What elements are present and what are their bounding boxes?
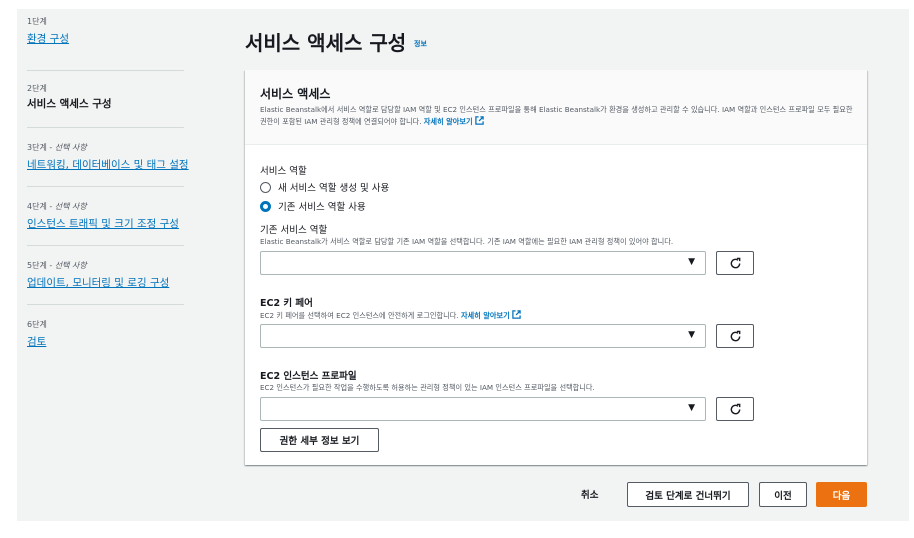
caret-down-icon: ▼ bbox=[688, 257, 695, 267]
radio-button[interactable] bbox=[260, 181, 271, 193]
step-number: 4단계 - 선택 사항 bbox=[27, 202, 87, 211]
learn-more-link[interactable]: 자세히 알아보기 bbox=[424, 116, 484, 126]
radio-existing-service-role[interactable]: 기존 서비스 역할 사용 bbox=[260, 199, 366, 213]
cancel-button[interactable]: 취소 bbox=[581, 487, 598, 501]
panel-description: Elastic Beanstalk에서 서비스 역할로 담당할 IAM 역할 및… bbox=[260, 105, 853, 126]
page-title: 서비스 액세스 구성 bbox=[245, 31, 407, 55]
key-pair-select[interactable]: ▼ bbox=[260, 324, 706, 348]
radio-new-service-role[interactable]: 새 서비스 역할 생성 및 사용 bbox=[260, 180, 389, 194]
refresh-icon bbox=[730, 330, 740, 341]
step-6: 6단계 검토 bbox=[27, 319, 184, 350]
step-number: 2단계 bbox=[27, 84, 47, 93]
step-divider bbox=[27, 245, 184, 246]
step-link-review[interactable]: 검토 bbox=[27, 335, 46, 350]
existing-role-description: Elastic Beanstalk가 서비스 역할로 담당할 기존 IAM 역할… bbox=[260, 237, 674, 246]
external-link-icon bbox=[512, 310, 521, 319]
caret-down-icon: ▼ bbox=[688, 330, 695, 340]
key-pair-label: EC2 키 페어 bbox=[260, 298, 313, 309]
panel-header: 서비스 액세스 Elastic Beanstalk에서 서비스 역할로 담당할 … bbox=[245, 70, 867, 145]
step-link-environment[interactable]: 환경 구성 bbox=[27, 32, 69, 47]
step-1: 1단계 환경 구성 bbox=[27, 16, 184, 47]
step-divider bbox=[27, 304, 184, 305]
instance-profile-label: EC2 인스턴스 프로파일 bbox=[260, 371, 357, 382]
caret-down-icon: ▼ bbox=[688, 403, 695, 413]
step-link-updates-monitoring[interactable]: 업데이트, 모니터링 및 로깅 구성 bbox=[27, 276, 169, 291]
instance-profile-description: EC2 인스턴스가 필요한 작업을 수행하도록 허용하는 관리형 정책이 있는 … bbox=[260, 383, 595, 392]
step-5: 5단계 - 선택 사항 업데이트, 모니터링 및 로깅 구성 bbox=[27, 260, 184, 291]
step-number: 1단계 bbox=[27, 17, 47, 26]
step-4: 4단계 - 선택 사항 인스턴스 트래픽 및 크기 조정 구성 bbox=[27, 201, 184, 232]
panel-title: 서비스 액세스 bbox=[260, 87, 331, 101]
step-number: 3단계 - 선택 사항 bbox=[27, 143, 87, 152]
instance-profile-refresh-button[interactable] bbox=[716, 397, 754, 421]
step-divider bbox=[27, 127, 184, 128]
step-divider bbox=[27, 70, 184, 71]
step-number: 5단계 - 선택 사항 bbox=[27, 261, 87, 270]
external-link-icon bbox=[474, 116, 484, 125]
service-access-panel: 서비스 액세스 Elastic Beanstalk에서 서비스 역할로 담당할 … bbox=[245, 70, 867, 465]
step-current-service-access: 서비스 액세스 구성 bbox=[27, 98, 112, 110]
existing-role-refresh-button[interactable] bbox=[716, 251, 754, 275]
instance-profile-select[interactable]: ▼ bbox=[260, 397, 706, 421]
radio-button-selected[interactable] bbox=[260, 200, 271, 212]
key-pair-description: EC2 키 페어를 선택하여 EC2 인스턴스에 안전하게 로그인합니다. 자세… bbox=[260, 310, 521, 321]
step-3: 3단계 - 선택 사항 네트워킹, 데이터베이스 및 태그 설정 bbox=[27, 142, 189, 173]
previous-button[interactable]: 이전 bbox=[759, 482, 807, 507]
step-link-instance-traffic[interactable]: 인스턴스 트래픽 및 크기 조정 구성 bbox=[27, 217, 179, 232]
step-2: 2단계 서비스 액세스 구성 bbox=[27, 83, 184, 112]
key-pair-refresh-button[interactable] bbox=[716, 324, 754, 348]
radio-label: 새 서비스 역할 생성 및 사용 bbox=[278, 183, 390, 194]
skip-to-review-button[interactable]: 검토 단계로 건너뛰기 bbox=[627, 482, 749, 507]
step-number: 6단계 bbox=[27, 320, 47, 329]
refresh-icon bbox=[730, 403, 740, 414]
step-divider bbox=[27, 186, 184, 187]
existing-role-label: 기존 서비스 역할 bbox=[260, 225, 328, 236]
service-role-label: 서비스 역할 bbox=[260, 166, 307, 177]
refresh-icon bbox=[730, 257, 740, 268]
radio-label: 기존 서비스 역할 사용 bbox=[278, 202, 366, 213]
existing-role-select[interactable]: ▼ bbox=[260, 251, 706, 275]
step-link-networking[interactable]: 네트워킹, 데이터베이스 및 태그 설정 bbox=[27, 158, 189, 173]
view-permission-details-button[interactable]: 권한 세부 정보 보기 bbox=[260, 428, 379, 452]
key-pair-learn-more-link[interactable]: 자세히 알아보기 bbox=[461, 310, 521, 320]
next-button[interactable]: 다음 bbox=[816, 482, 867, 507]
info-link[interactable]: 정보 bbox=[414, 39, 427, 49]
